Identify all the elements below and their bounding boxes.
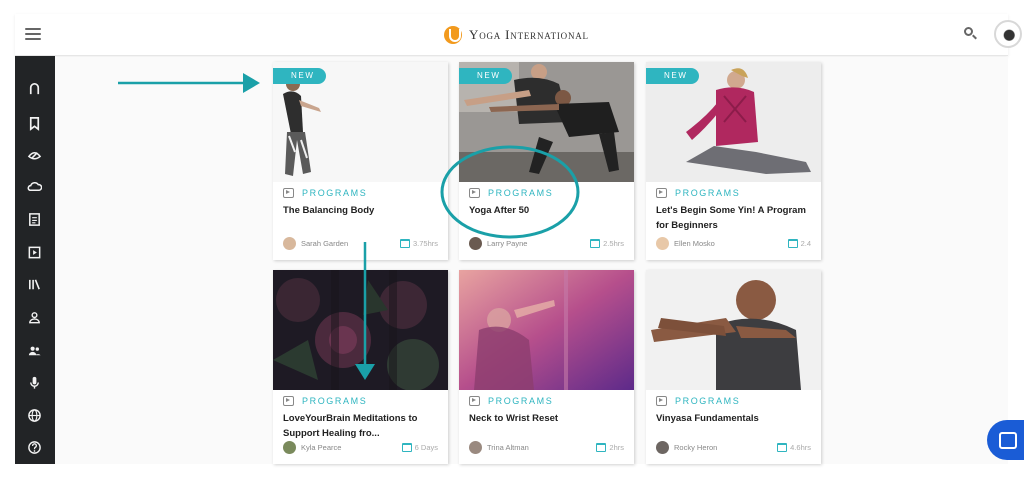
video-play-icon — [469, 396, 480, 406]
card-title[interactable]: Let's Begin Some Yin! A Program for Begi… — [656, 203, 816, 233]
yoga-international-logo-icon — [444, 26, 462, 44]
author-name[interactable]: Rocky Heron — [674, 443, 777, 452]
duration: 4.6hrs — [777, 442, 811, 452]
card-type-label: PROGRAMS — [302, 188, 368, 198]
calendar-icon — [399, 238, 410, 248]
person-icon[interactable] — [24, 307, 44, 327]
group-icon[interactable] — [24, 340, 44, 360]
program-card[interactable]: NEW PROGRAMS Yoga After 50 Larry Payne 2… — [459, 62, 634, 260]
new-badge: NEW — [646, 68, 700, 84]
cloud-icon[interactable] — [24, 176, 44, 196]
author-avatar — [656, 236, 669, 250]
card-type-row: PROGRAMS — [656, 188, 740, 198]
card-thumbnail — [273, 270, 448, 390]
card-type-label: PROGRAMS — [675, 188, 741, 198]
duration-value: 2hrs — [609, 442, 624, 452]
duration-value: 6 Days — [414, 442, 438, 452]
help-icon[interactable] — [24, 437, 44, 457]
author-avatar — [283, 236, 296, 250]
author-avatar — [469, 236, 482, 250]
brand-name: Yoga International — [469, 27, 589, 42]
card-meta: Ellen Mosko 2.4 — [656, 236, 811, 250]
program-card[interactable]: PROGRAMS LoveYourBrain Meditations to Su… — [273, 270, 448, 464]
lotus-icon[interactable] — [24, 145, 44, 165]
calendar-icon — [596, 442, 607, 452]
duration-value: 2.4 — [800, 238, 811, 248]
card-type-row: PROGRAMS — [469, 396, 553, 406]
author-name[interactable]: Sarah Garden — [301, 239, 400, 248]
duration: 2.5hrs — [590, 238, 624, 248]
card-type-label: PROGRAMS — [675, 396, 741, 406]
duration: 6 Days — [401, 442, 438, 452]
author-avatar — [656, 440, 669, 454]
duration: 3.75hrs — [399, 238, 438, 248]
author-avatar — [469, 440, 482, 454]
card-type-row: PROGRAMS — [469, 188, 553, 198]
hamburger-icon[interactable] — [25, 28, 41, 41]
card-thumbnail — [646, 270, 821, 390]
card-meta: Sarah Garden 3.75hrs — [283, 236, 438, 250]
author-name[interactable]: Trina Altman — [487, 443, 596, 452]
user-avatar[interactable] — [994, 20, 1022, 48]
globe-icon[interactable] — [24, 405, 44, 425]
duration-value: 3.75hrs — [412, 238, 438, 248]
brand-logo-link[interactable]: Yoga International — [444, 24, 589, 46]
app-window: Yoga International NEW PROGRAMS The Bala… — [0, 0, 1024, 484]
program-card[interactable]: PROGRAMS Neck to Wrist Reset Trina Altma… — [459, 270, 634, 464]
search-icon[interactable] — [963, 26, 979, 42]
card-type-row: PROGRAMS — [283, 188, 367, 198]
microphone-icon[interactable] — [24, 372, 44, 392]
card-thumbnail — [459, 270, 634, 390]
card-type-row: PROGRAMS — [283, 396, 367, 406]
library-icon[interactable] — [24, 274, 44, 294]
program-card[interactable]: NEW PROGRAMS The Balancing Body Sarah Ga… — [273, 62, 448, 260]
calendar-icon — [787, 238, 798, 248]
calendar-icon — [401, 442, 412, 452]
left-sidebar — [15, 56, 55, 464]
home-icon[interactable] — [24, 78, 44, 98]
duration-value: 2.5hrs — [603, 238, 624, 248]
video-play-icon — [656, 188, 667, 198]
author-avatar — [283, 440, 296, 454]
video-play-icon — [656, 396, 667, 406]
duration: 2.4 — [787, 238, 811, 248]
card-type-row: PROGRAMS — [656, 396, 740, 406]
card-title[interactable]: The Balancing Body — [283, 203, 443, 218]
duration-value: 4.6hrs — [790, 442, 811, 452]
card-title[interactable]: Neck to Wrist Reset — [469, 411, 629, 426]
card-meta: Kyla Pearce 6 Days — [283, 440, 438, 454]
chat-support-icon[interactable] — [987, 420, 1024, 460]
calendar-icon — [590, 238, 601, 248]
bookmark-icon[interactable] — [24, 113, 44, 133]
calendar-icon — [777, 442, 788, 452]
author-name[interactable]: Larry Payne — [487, 239, 590, 248]
video-play-icon — [469, 188, 480, 198]
new-badge: NEW — [459, 68, 513, 84]
new-badge: NEW — [273, 68, 327, 84]
program-card[interactable]: NEW PROGRAMS Let's Begin Some Yin! A Pro… — [646, 62, 821, 260]
program-card[interactable]: PROGRAMS Vinyasa Fundamentals Rocky Hero… — [646, 270, 821, 464]
top-navigation-bar: Yoga International — [15, 14, 1022, 56]
video-icon[interactable] — [24, 242, 44, 262]
card-meta: Rocky Heron 4.6hrs — [656, 440, 811, 454]
duration: 2hrs — [596, 442, 624, 452]
card-type-label: PROGRAMS — [488, 396, 554, 406]
video-play-icon — [283, 188, 294, 198]
video-play-icon — [283, 396, 294, 406]
article-icon[interactable] — [24, 209, 44, 229]
author-name[interactable]: Ellen Mosko — [674, 239, 788, 248]
card-title[interactable]: LoveYourBrain Meditations to Support Hea… — [283, 411, 443, 441]
card-type-label: PROGRAMS — [488, 188, 554, 198]
card-title[interactable]: Yoga After 50 — [469, 203, 629, 218]
card-meta: Trina Altman 2hrs — [469, 440, 624, 454]
card-title[interactable]: Vinyasa Fundamentals — [656, 411, 816, 426]
card-meta: Larry Payne 2.5hrs — [469, 236, 624, 250]
author-name[interactable]: Kyla Pearce — [301, 443, 402, 452]
card-type-label: PROGRAMS — [302, 396, 368, 406]
